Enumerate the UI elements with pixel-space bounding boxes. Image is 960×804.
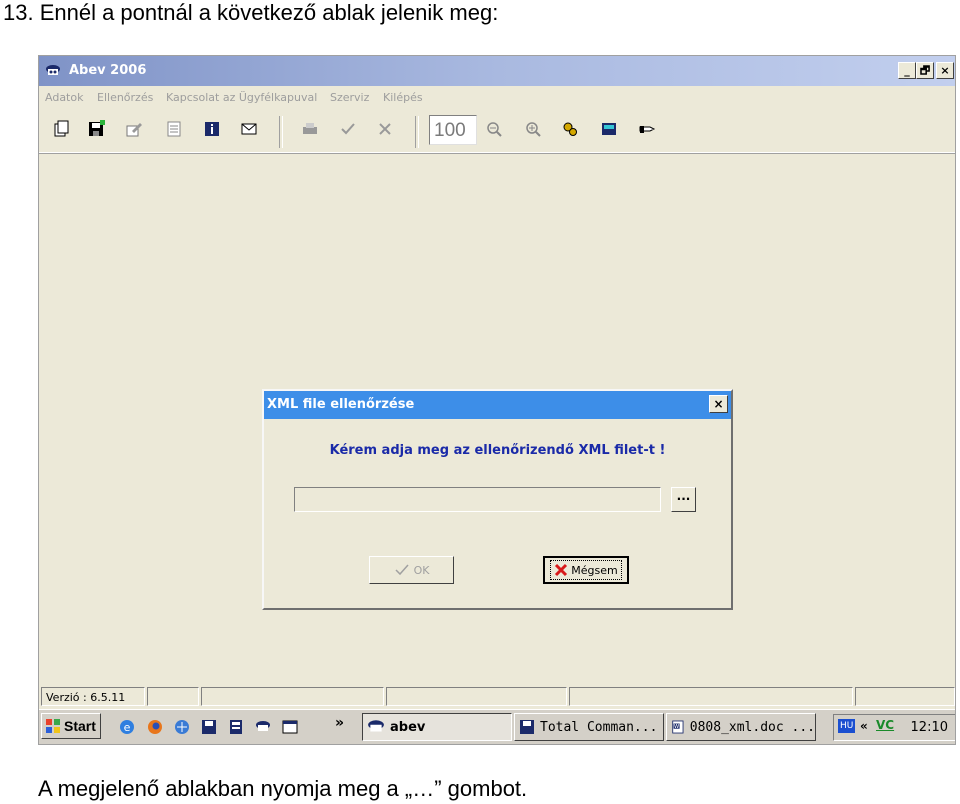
tray-expand-arrows[interactable]: « xyxy=(860,719,868,733)
mail-icon[interactable] xyxy=(238,118,260,140)
dialog-prompt: Kérem adja meg az ellenőrizendő XML file… xyxy=(329,443,666,458)
restore-button[interactable]: 🗗 xyxy=(916,62,934,79)
status-cell xyxy=(386,687,567,706)
pointer-hand-icon[interactable] xyxy=(636,118,658,140)
menu-adatok[interactable]: Adatok xyxy=(45,91,83,104)
svg-text:e: e xyxy=(124,721,131,734)
menu-szerviz[interactable]: Szerviz xyxy=(330,91,369,104)
dialog-title: XML file ellenőrzése xyxy=(267,397,415,412)
menu-bar: Adatok Ellenőrzés Kapcsolat az Ügyfélkap… xyxy=(39,86,955,108)
language-indicator[interactable]: HU xyxy=(838,719,856,733)
save-icon[interactable] xyxy=(85,118,107,140)
open-forms-icon[interactable] xyxy=(51,118,73,140)
task-label: abev xyxy=(390,719,426,735)
print-preview-icon[interactable] xyxy=(163,118,185,140)
windows-logo-icon xyxy=(46,719,60,733)
abev-window: Abev 2006 _ 🗗 × Adatok Ellenőrzés Kapcso… xyxy=(38,55,956,745)
toolbar: 100 xyxy=(39,108,955,153)
red-x-icon xyxy=(555,563,568,577)
status-cell xyxy=(855,687,955,706)
check-icon xyxy=(395,564,409,576)
minimize-button[interactable]: _ xyxy=(898,62,916,79)
task-abev[interactable]: abev xyxy=(362,713,512,741)
window-icon[interactable] xyxy=(282,719,298,735)
task-total-commander[interactable]: Total Comman... xyxy=(514,713,664,741)
xml-file-path-field[interactable] xyxy=(294,487,661,512)
cancel-button[interactable]: Mégsem xyxy=(543,556,629,584)
abev-icon xyxy=(368,720,384,732)
window-titlebar[interactable]: Abev 2006 _ 🗗 × xyxy=(39,56,955,86)
svg-text:W: W xyxy=(674,724,679,730)
zoom-in-icon[interactable] xyxy=(522,118,544,140)
info-icon[interactable] xyxy=(201,118,223,140)
zoom-level-field[interactable]: 100 xyxy=(429,115,477,145)
close-button[interactable]: × xyxy=(936,62,954,79)
focus-rect: Mégsem xyxy=(550,560,622,580)
status-cell xyxy=(569,687,853,706)
menu-kilepes[interactable]: Kilépés xyxy=(383,91,423,104)
ie-icon[interactable]: e xyxy=(119,719,135,735)
quicklaunch-more[interactable]: » xyxy=(335,715,344,731)
status-bar: Verzió : 6.5.11 xyxy=(39,684,955,706)
check-icon[interactable] xyxy=(337,118,359,140)
ok-button-label: OK xyxy=(413,563,430,577)
task-label: 0808_xml.doc ... xyxy=(689,719,815,735)
firefox-icon[interactable] xyxy=(147,719,163,735)
abev-icon[interactable] xyxy=(255,719,271,735)
task-word-doc[interactable]: W 0808_xml.doc ... xyxy=(666,713,816,741)
dialog-close-button[interactable]: × xyxy=(709,395,728,413)
app-icon[interactable] xyxy=(228,719,244,735)
word-doc-icon: W xyxy=(672,720,684,734)
start-button[interactable]: Start xyxy=(41,713,101,739)
document-caption: A megjelenő ablakban nyomja meg a „…” go… xyxy=(38,776,528,801)
menu-ellenorzes[interactable]: Ellenőrzés xyxy=(97,91,153,104)
status-cell xyxy=(201,687,384,706)
settings-icon[interactable] xyxy=(559,118,581,140)
calculator-icon[interactable] xyxy=(598,118,620,140)
task-label: Total Comman... xyxy=(540,719,658,735)
browse-button[interactable]: ... xyxy=(671,487,696,512)
cancel-icon[interactable] xyxy=(374,118,396,140)
xml-check-dialog: XML file ellenőrzése × Kérem adja meg az… xyxy=(262,389,733,610)
zoom-out-icon[interactable] xyxy=(483,118,505,140)
cancel-button-label: Mégsem xyxy=(571,563,618,577)
work-area: XML file ellenőrzése × Kérem adja meg az… xyxy=(39,154,955,684)
window-title: Abev 2006 xyxy=(69,63,147,78)
toolbar-separator xyxy=(415,116,419,148)
menu-kapcsolat[interactable]: Kapcsolat az Ügyfélkapuval xyxy=(166,91,317,104)
edit-icon[interactable] xyxy=(123,118,145,140)
ok-button[interactable]: OK xyxy=(369,556,454,584)
status-version: Verzió : 6.5.11 xyxy=(41,687,145,706)
start-label: Start xyxy=(64,718,96,734)
abev-app-icon xyxy=(46,65,60,75)
status-cell xyxy=(147,687,199,706)
system-tray: HU « VC 12:10 xyxy=(833,714,955,741)
clock: 12:10 xyxy=(910,720,948,735)
document-heading: 13. Ennél a pontnál a következő ablak je… xyxy=(3,0,499,25)
taskbar: Start e » abev Total Comman... W 0808_xm… xyxy=(39,709,955,744)
dialog-titlebar[interactable]: XML file ellenőrzése × xyxy=(264,391,731,419)
print-icon[interactable] xyxy=(299,118,321,140)
browser-icon[interactable] xyxy=(174,719,190,735)
floppy-icon[interactable] xyxy=(201,719,217,735)
vc-tray-icon[interactable]: VC xyxy=(876,718,894,732)
toolbar-separator xyxy=(279,116,283,148)
floppy-icon xyxy=(520,720,534,734)
